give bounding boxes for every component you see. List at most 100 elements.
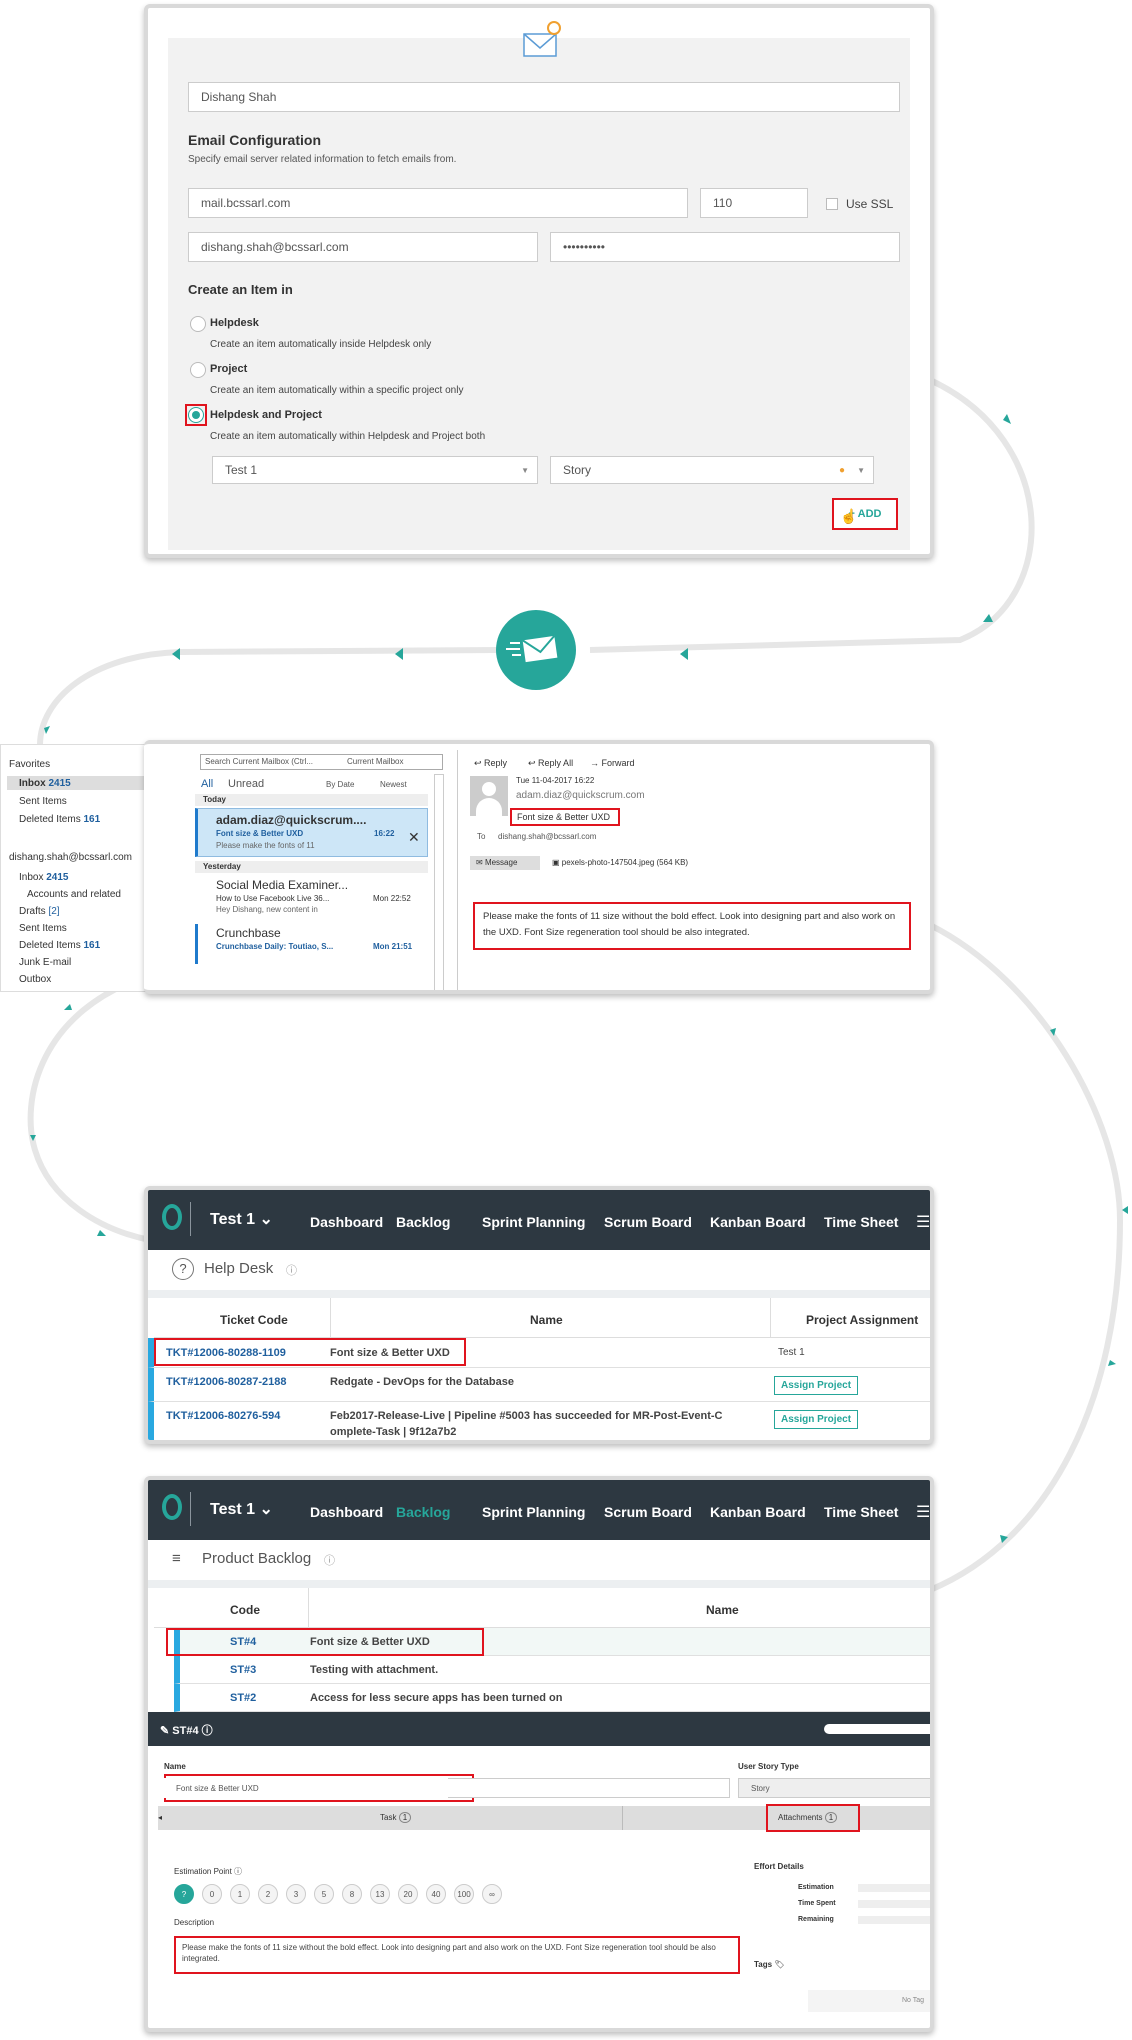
project-switcher[interactable]: Test 1 ⌄	[210, 1209, 273, 1229]
estimation-point-chip[interactable]: 8	[342, 1884, 362, 1904]
tags-label: Tags 🏷	[754, 1960, 785, 1969]
nav-dashboard[interactable]: Dashboard	[310, 1214, 383, 1230]
option-helpdesk-desc: Create an item automatically inside Help…	[210, 339, 432, 350]
mail-search-input[interactable]: Search Current Mailbox (Ctrl... Current …	[200, 754, 443, 770]
account-header[interactable]: dishang.shah@bcssarl.com	[9, 852, 132, 863]
time-spent-field[interactable]	[858, 1900, 930, 1908]
sort-by[interactable]: By Date	[326, 780, 354, 789]
mail-item[interactable]: Crunchbase Crunchbase Daily: Toutiao, S.…	[195, 924, 428, 964]
estimation-field[interactable]	[858, 1884, 930, 1892]
table-row[interactable]: ST#3 Testing with attachment.	[174, 1656, 930, 1684]
folder-deleted-2[interactable]: Deleted Items 161	[19, 940, 100, 951]
nav-backlog[interactable]: Backlog	[396, 1214, 450, 1230]
detail-header: ✎ ST#4 ⓘ	[148, 1712, 930, 1746]
item-type-select-value: Story	[563, 463, 592, 477]
nav-scrum-board[interactable]: Scrum Board	[604, 1504, 692, 1520]
nav-divider	[190, 1202, 191, 1236]
folder-junk[interactable]: Junk E-mail	[19, 957, 71, 968]
tab-attachments[interactable]: Attachments 1	[778, 1812, 838, 1823]
folder-outbox[interactable]: Outbox	[19, 974, 51, 985]
ssl-checkbox[interactable]	[826, 198, 838, 210]
radio-project[interactable]	[190, 362, 206, 378]
tab-task[interactable]: Task 1	[380, 1812, 412, 1823]
nav-backlog-active[interactable]: Backlog	[396, 1504, 450, 1520]
radio-helpdesk[interactable]	[190, 316, 206, 332]
email-input[interactable]: dishang.shah@bcssarl.com	[188, 232, 538, 262]
nav-kanban-board[interactable]: Kanban Board	[710, 1504, 806, 1520]
table-row[interactable]: TKT#12006-80288-1109 Font size & Better …	[148, 1338, 930, 1368]
nav-kanban-board[interactable]: Kanban Board	[710, 1214, 806, 1230]
mail-body-highlight: Please make the fonts of 11 size without…	[473, 902, 911, 950]
table-header: Ticket Code Name Project Assignment	[154, 1298, 930, 1338]
folder-drafts[interactable]: Drafts [2]	[19, 906, 60, 917]
folder-inbox-2[interactable]: Inbox 2415	[19, 872, 69, 883]
estimation-point-chip[interactable]: 13	[370, 1884, 390, 1904]
pane-divider	[457, 750, 458, 990]
filter-unread[interactable]: Unread	[228, 778, 264, 790]
mail-item-selected[interactable]: adam.diaz@quickscrum.... Font size & Bet…	[195, 808, 428, 857]
estimation-point-chip[interactable]: 5	[314, 1884, 334, 1904]
folder-sent-2[interactable]: Sent Items	[19, 923, 67, 934]
assign-project-button[interactable]: Assign Project	[774, 1376, 859, 1395]
table-row[interactable]: TKT#12006-80287-2188 Redgate - DevOps fo…	[148, 1368, 930, 1402]
estimation-point-chip[interactable]: 100	[454, 1884, 474, 1904]
forward-button[interactable]: → Forward	[590, 758, 635, 768]
nav-scrum-board[interactable]: Scrum Board	[604, 1214, 692, 1230]
estimation-point-chip[interactable]: 20	[398, 1884, 418, 1904]
menu-icon[interactable]: ☰	[916, 1502, 930, 1522]
server-input[interactable]: mail.bcssarl.com	[188, 188, 688, 218]
password-input[interactable]: ••••••••••	[550, 232, 900, 262]
remaining-field[interactable]	[858, 1916, 930, 1924]
detail-search-input[interactable]	[824, 1724, 930, 1734]
project-select[interactable]: Test 1 ▼	[212, 456, 538, 484]
nav-sprint-planning[interactable]: Sprint Planning	[482, 1504, 585, 1520]
mail-from: adam.diaz@quickscrum....	[216, 813, 367, 827]
estimation-point-chip[interactable]: 40	[426, 1884, 446, 1904]
filter-all[interactable]: All	[201, 778, 213, 790]
description-highlight[interactable]: Please make the fonts of 11 size without…	[174, 1936, 740, 1974]
reply-button[interactable]: ↩ Reply	[474, 758, 507, 769]
folder-deleted[interactable]: Deleted Items 161	[19, 814, 100, 825]
radio-helpdesk-and-project[interactable]	[188, 407, 204, 423]
message-tab[interactable]: ✉ Message	[470, 856, 540, 870]
nav-time-sheet[interactable]: Time Sheet	[824, 1504, 898, 1520]
estimation-point-chip[interactable]: 1	[230, 1884, 250, 1904]
email-settings-icon	[523, 21, 561, 57]
table-row[interactable]: ST#4 Font size & Better UXD	[166, 1628, 930, 1656]
nav-dashboard[interactable]: Dashboard	[310, 1504, 383, 1520]
story-name-input-frame	[448, 1778, 730, 1798]
favorites-header[interactable]: Favorites	[9, 759, 50, 770]
sort-order[interactable]: Newest	[380, 780, 407, 789]
reply-all-button[interactable]: ↩ Reply All	[528, 758, 573, 769]
mail-item[interactable]: Social Media Examiner... How to Use Face…	[195, 874, 428, 920]
name-input[interactable]: Dishang Shah	[188, 82, 900, 112]
story-type-select[interactable]: Story	[738, 1778, 930, 1798]
app-logo-icon[interactable]	[162, 1204, 182, 1230]
estimation-point-chip[interactable]: ∞	[482, 1884, 502, 1904]
nav-sprint-planning[interactable]: Sprint Planning	[482, 1214, 585, 1230]
folder-sent[interactable]: Sent Items	[19, 796, 67, 807]
project-switcher[interactable]: Test 1 ⌄	[210, 1499, 273, 1519]
folder-accounts-related[interactable]: Accounts and related	[27, 889, 121, 900]
nav-time-sheet[interactable]: Time Sheet	[824, 1214, 898, 1230]
section-description: Specify email server related information…	[188, 154, 457, 165]
table-row[interactable]: TKT#12006-80276-594 Feb2017-Release-Live…	[148, 1402, 930, 1440]
folder-inbox[interactable]: Inbox 2415	[19, 778, 71, 789]
helpdesk-card: Test 1 ⌄ Dashboard Backlog Sprint Planni…	[144, 1186, 934, 1444]
attachment-link[interactable]: ▣ pexels-photo-147504.jpeg (564 KB)	[552, 858, 688, 867]
estimation-point-chip[interactable]: 3	[286, 1884, 306, 1904]
item-type-select[interactable]: Story ● ▼	[550, 456, 874, 484]
table-row[interactable]: ST#2 Access for less secure apps has bee…	[174, 1684, 930, 1712]
estimation-point-chip[interactable]: 2	[258, 1884, 278, 1904]
assign-project-button[interactable]: Assign Project	[774, 1410, 859, 1429]
tab-scroll-left-icon[interactable]: ◂	[158, 1813, 162, 1822]
estimation-point-chip[interactable]: 0	[202, 1884, 222, 1904]
nav-divider	[190, 1492, 191, 1526]
port-input[interactable]: 110	[700, 188, 808, 218]
menu-icon[interactable]: ☰	[916, 1212, 930, 1232]
mail-list-scrollbar[interactable]	[434, 774, 444, 990]
close-icon[interactable]: ✕	[408, 829, 420, 846]
page-title: Product Backlog	[202, 1550, 312, 1567]
estimation-point-chip[interactable]: ?	[174, 1884, 194, 1904]
app-logo-icon[interactable]	[162, 1494, 182, 1520]
